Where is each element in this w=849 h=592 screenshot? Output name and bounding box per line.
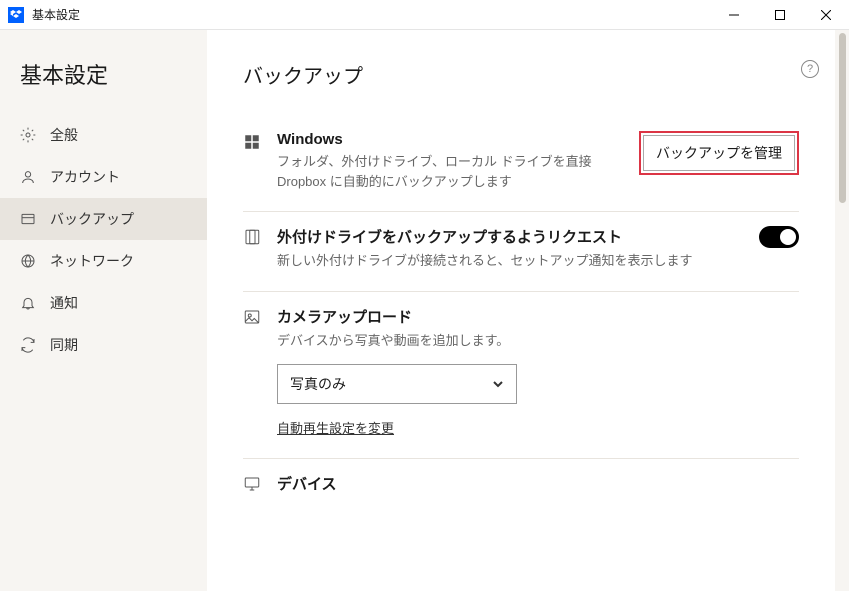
camera-upload-select[interactable]: 写真のみ [277, 364, 517, 404]
close-button[interactable] [803, 0, 849, 30]
sync-icon [20, 337, 36, 353]
setting-external-drive: 外付けドライブをバックアップするようリクエスト 新しい外付けドライブが接続される… [243, 212, 799, 292]
sidebar-item-sync[interactable]: 同期 [0, 324, 207, 366]
setting-description: 新しい外付けドライブが接続されると、セットアップ通知を表示します [277, 251, 743, 271]
bell-icon [20, 295, 36, 311]
dropbox-icon [8, 7, 24, 23]
sidebar-item-label: 同期 [50, 335, 78, 355]
sidebar-item-network[interactable]: ネットワーク [0, 240, 207, 282]
setting-heading: 外付けドライブをバックアップするようリクエスト [277, 226, 743, 247]
external-drive-icon [243, 228, 261, 246]
minimize-button[interactable] [711, 0, 757, 30]
sidebar-item-label: ネットワーク [50, 251, 134, 271]
image-icon [243, 308, 261, 326]
sidebar-item-account[interactable]: アカウント [0, 156, 207, 198]
sidebar: 基本設定 全般 アカウント バックアップ ネットワーク 通知 同期 [0, 30, 207, 591]
setting-description: デバイスから写真や動画を追加します。 [277, 331, 799, 351]
sidebar-item-label: 全般 [50, 125, 78, 145]
setting-heading: Windows [277, 131, 623, 148]
sidebar-item-label: アカウント [50, 167, 120, 187]
content-panel: バックアップ Windows フォルダ、外付けドライブ、ローカル ドライブを直接… [207, 30, 835, 591]
scrollbar-thumb[interactable] [839, 33, 846, 203]
setting-heading: デバイス [277, 473, 799, 494]
maximize-button[interactable] [757, 0, 803, 30]
titlebar: 基本設定 [0, 0, 849, 30]
select-value: 写真のみ [290, 374, 346, 394]
sidebar-item-notifications[interactable]: 通知 [0, 282, 207, 324]
sidebar-item-general[interactable]: 全般 [0, 114, 207, 156]
monitor-icon [243, 475, 261, 493]
sidebar-item-label: 通知 [50, 293, 78, 313]
setting-device: デバイス [243, 459, 799, 498]
setting-description: フォルダ、外付けドライブ、ローカル ドライブを直接 Dropbox に自動的にバ… [277, 152, 623, 191]
scrollbar-track[interactable] [835, 30, 849, 591]
setting-heading: カメラアップロード [277, 306, 799, 327]
section-title: バックアップ [243, 60, 799, 89]
sidebar-item-label: バックアップ [50, 209, 134, 229]
external-drive-toggle[interactable] [759, 226, 799, 248]
backup-icon [20, 211, 36, 227]
help-icon[interactable]: ? [801, 60, 819, 78]
window-title: 基本設定 [32, 6, 711, 23]
user-icon [20, 169, 36, 185]
manage-backup-button[interactable]: バックアップを管理 [643, 135, 795, 171]
sidebar-item-backup[interactable]: バックアップ [0, 198, 207, 240]
autoplay-settings-link[interactable]: 自動再生設定を変更 [277, 418, 394, 437]
setting-windows-backup: Windows フォルダ、外付けドライブ、ローカル ドライブを直接 Dropbo… [243, 117, 799, 212]
page-title: 基本設定 [0, 58, 207, 114]
windows-icon [243, 133, 261, 151]
setting-camera-upload: カメラアップロード デバイスから写真や動画を追加します。 写真のみ 自動再生設定… [243, 292, 799, 460]
globe-icon [20, 253, 36, 269]
gear-icon [20, 127, 36, 143]
manage-backup-button-highlight: バックアップを管理 [639, 131, 799, 175]
chevron-down-icon [492, 378, 504, 390]
